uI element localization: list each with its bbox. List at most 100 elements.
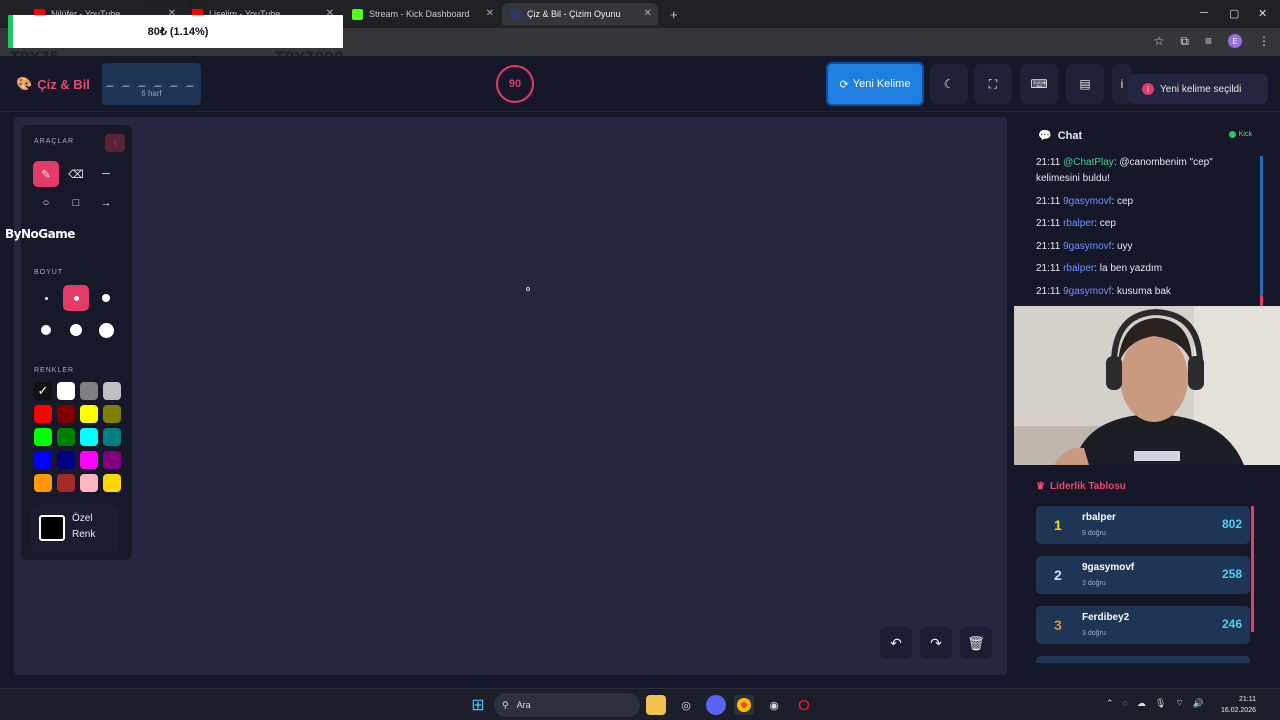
line-tool[interactable]: ─ <box>93 161 119 187</box>
file-explorer-icon[interactable] <box>646 695 666 715</box>
chat-text: : cep <box>1094 218 1116 229</box>
redo-button[interactable]: ↷ <box>920 627 952 659</box>
cloud-icon[interactable]: ☁ <box>1137 698 1146 709</box>
discord-icon[interactable] <box>706 695 726 715</box>
colors-title: RENKLER <box>34 367 75 374</box>
chat-username[interactable]: 9gasymovf <box>1063 286 1111 297</box>
taskbar-clock[interactable]: 21:11 16.02.2026 <box>1221 694 1256 716</box>
leaderboard-name: rbalper <box>1082 512 1116 523</box>
chat-username[interactable]: rbalper <box>1063 263 1094 274</box>
chat-username[interactable]: @ChatPlay <box>1063 157 1114 168</box>
theme-toggle-button[interactable]: ☾ <box>930 64 968 104</box>
opera-icon[interactable]: O <box>794 695 814 715</box>
steam-icon[interactable]: ◎ <box>676 695 696 715</box>
color-swatch[interactable] <box>80 428 98 446</box>
size-option[interactable] <box>33 317 59 343</box>
pen-tool[interactable]: ✎ <box>33 161 59 187</box>
color-swatch[interactable] <box>80 451 98 469</box>
square-icon: □ <box>72 197 80 209</box>
color-swatch[interactable] <box>80 474 98 492</box>
archive-button[interactable]: ▤ <box>1066 64 1104 104</box>
color-swatch[interactable] <box>34 451 52 469</box>
chat-message-list: 21:11 @ChatPlay: @canombenim "cep" kelim… <box>1036 155 1256 306</box>
palette-icon: 🎨 <box>16 76 33 91</box>
chat-scrollbar[interactable] <box>1260 156 1263 306</box>
color-swatch[interactable] <box>103 451 121 469</box>
color-swatch[interactable] <box>57 474 75 492</box>
app-logo[interactable]: 🎨 Çiz & Bil <box>16 76 90 92</box>
system-tray: ⌃ ◌ ☁ 🎙 ⌔ 🔊 <box>1106 698 1204 709</box>
undo-button[interactable]: ↶ <box>880 627 912 659</box>
extensions-icon[interactable]: ⧉ <box>1180 34 1189 49</box>
live-dot-icon <box>1228 131 1236 138</box>
custom-color-label-2: Renk <box>72 529 96 540</box>
redo-icon: ↷ <box>930 634 942 651</box>
rectangle-tool[interactable]: □ <box>63 190 89 216</box>
color-swatch[interactable] <box>57 405 75 423</box>
custom-color-button[interactable]: Özel Renk <box>31 505 119 553</box>
chat-username[interactable]: 9gasymovf <box>1063 241 1111 252</box>
sync-icon[interactable]: ◌ <box>1123 698 1128 709</box>
circle-tool[interactable]: ○ <box>33 190 59 216</box>
close-icon[interactable]: ✕ <box>644 8 652 19</box>
color-swatch[interactable] <box>34 474 52 492</box>
leaderboard-scrollbar[interactable] <box>1251 506 1254 632</box>
menu-dots-icon[interactable]: ⋮ <box>1258 34 1270 49</box>
microphone-icon[interactable]: 🎙 <box>1155 698 1166 709</box>
crown-icon: ♛ <box>1036 481 1045 492</box>
bookmark-star-icon[interactable]: ☆ <box>1154 34 1165 49</box>
size-option[interactable] <box>33 285 59 311</box>
leaderboard-rank: 3 <box>1054 617 1062 633</box>
color-swatch[interactable]: ✓ <box>34 382 52 400</box>
color-swatch[interactable] <box>103 405 121 423</box>
minimize-icon[interactable]: ─ <box>1200 7 1208 19</box>
close-icon[interactable]: ✕ <box>486 8 494 19</box>
keyboard-button[interactable]: ⌨ <box>1020 64 1058 104</box>
search-icon: ⚲ <box>502 699 509 710</box>
volume-icon[interactable]: 🔊 <box>1193 698 1204 709</box>
fullscreen-button[interactable]: ⛶ <box>974 64 1012 104</box>
color-swatch[interactable] <box>103 428 121 446</box>
color-swatch[interactable] <box>57 428 75 446</box>
color-swatch[interactable] <box>103 474 121 492</box>
collapse-panel-button[interactable]: ‹ <box>105 134 125 152</box>
tab-ciz-bil[interactable]: Çiz & Bil - Çizim Oyunu ✕ <box>502 3 658 25</box>
chat-username[interactable]: 9gasymovf <box>1063 196 1111 207</box>
kick-icon <box>352 8 363 20</box>
obs-icon[interactable]: ◉ <box>764 695 784 715</box>
new-tab-button[interactable]: + <box>662 3 682 25</box>
color-swatch[interactable] <box>57 382 75 400</box>
size-option[interactable] <box>63 285 89 311</box>
color-swatch[interactable] <box>103 382 121 400</box>
color-swatch[interactable] <box>57 451 75 469</box>
moon-icon: ☾ <box>943 77 955 91</box>
windows-start-icon[interactable]: ⊞ <box>468 695 488 715</box>
browser-toolbar-icons: ☆ ⧉ ≡ E ⋮ <box>1154 34 1270 49</box>
color-swatch[interactable] <box>34 428 52 446</box>
chat-username[interactable]: rbalper <box>1063 218 1094 229</box>
eraser-tool[interactable]: ⌫ <box>63 161 89 187</box>
chrome-icon[interactable] <box>734 695 754 715</box>
chevron-up-icon[interactable]: ⌃ <box>1106 698 1114 709</box>
size-option[interactable] <box>63 317 89 343</box>
window-close-icon[interactable]: ✕ <box>1258 7 1267 20</box>
clear-canvas-button[interactable]: 🗑 <box>960 627 992 659</box>
reading-list-icon[interactable]: ≡ <box>1205 34 1212 49</box>
webcam-person-image <box>1014 306 1280 465</box>
chat-message: 21:11 @ChatPlay: @canombenim "cep" kelim… <box>1036 155 1256 187</box>
tab-kick-dashboard[interactable]: Stream - Kick Dashboard ✕ <box>344 3 500 25</box>
color-swatch[interactable] <box>80 382 98 400</box>
size-option[interactable] <box>93 317 119 343</box>
trash-icon: 🗑 <box>967 634 985 651</box>
size-option[interactable] <box>93 285 119 311</box>
undo-icon: ↶ <box>890 634 902 651</box>
maximize-icon[interactable]: ▢ <box>1229 7 1239 20</box>
arrow-tool[interactable]: → <box>93 190 119 216</box>
wifi-icon[interactable]: ⌔ <box>1175 698 1183 709</box>
drawing-canvas[interactable]: ↶ ↷ 🗑 <box>14 117 1007 675</box>
color-swatch[interactable] <box>34 405 52 423</box>
color-swatch[interactable] <box>80 405 98 423</box>
new-word-button[interactable]: ⟳ Yeni Kelime <box>826 62 924 106</box>
taskbar-search[interactable]: ⚲ Ara <box>494 693 640 717</box>
profile-avatar[interactable]: E <box>1228 34 1242 48</box>
